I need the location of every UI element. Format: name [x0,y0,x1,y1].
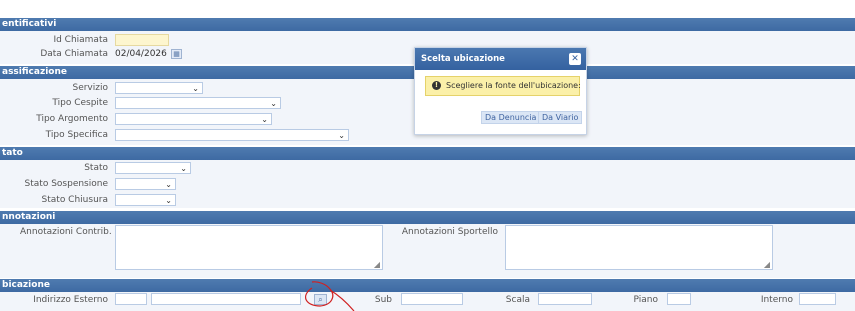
scelta-ubicazione-dialog: Scelta ubicazione ✕ ! Scegliere la fonte… [414,47,587,135]
da-denuncia-button[interactable]: Da Denuncia [481,111,541,124]
close-icon[interactable]: ✕ [569,53,581,65]
alert-message: ! Scegliere la fonte dell'ubicazione: [425,76,581,96]
dialog-title: Scelta ubicazione [415,48,586,70]
exclamation-icon: ! [432,81,441,90]
alert-text: Scegliere la fonte dell'ubicazione: [446,81,581,90]
da-viario-button[interactable]: Da Viario [538,111,583,124]
